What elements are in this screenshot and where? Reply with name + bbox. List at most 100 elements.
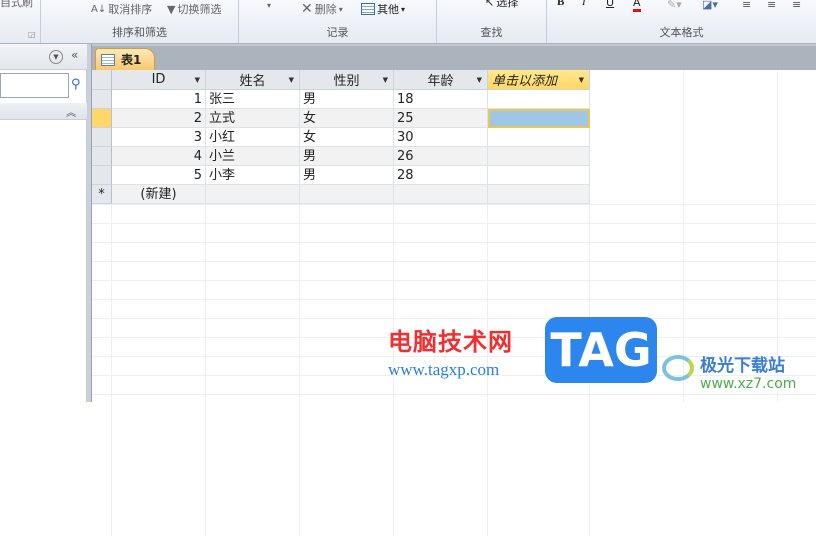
xz7-logo-icon <box>662 355 694 381</box>
table-cell[interactable]: 立式 <box>206 109 300 128</box>
table-cell[interactable]: 4 <box>112 147 206 166</box>
column-header-label: 单击以添加 <box>492 74 558 89</box>
table-cell[interactable]: 3 <box>112 128 206 147</box>
align-center-button[interactable]: ≡ <box>767 0 776 11</box>
table-cell[interactable]: 张三 <box>206 90 300 109</box>
record-selector[interactable] <box>92 128 112 147</box>
cursor-icon: ↖ <box>485 0 495 9</box>
watermark-site-name: 电脑技术网 <box>388 328 513 356</box>
table-cell[interactable]: (新建) <box>112 185 206 204</box>
column-header-label: ID <box>151 72 166 87</box>
table-cell[interactable]: 小兰 <box>206 147 300 166</box>
table-cell[interactable]: 1 <box>112 90 206 109</box>
records-dropdown[interactable]: ▾ <box>267 1 271 10</box>
collapse-pane-icon[interactable]: « <box>71 48 78 62</box>
bold-button[interactable]: B <box>557 0 564 8</box>
table-cell[interactable]: 男 <box>300 166 394 185</box>
select-button[interactable]: ↖ 选择 <box>485 0 518 10</box>
table-cell[interactable]: 25 <box>394 109 488 128</box>
column-header[interactable]: 年龄 ▼ <box>394 70 488 90</box>
select-all-button[interactable] <box>92 70 112 90</box>
table-cell[interactable]: 30 <box>394 128 488 147</box>
dialog-launcher-icon[interactable]: ◲ <box>28 30 36 39</box>
align-right-button[interactable]: ≡ <box>792 0 801 11</box>
table-icon <box>361 3 375 15</box>
tab-table1[interactable]: 表1 <box>95 48 155 70</box>
italic-button[interactable]: I <box>582 0 586 8</box>
column-header-label: 年龄 <box>427 74 454 89</box>
table-cell[interactable] <box>488 90 590 109</box>
clear-sort-button[interactable]: A↓ 取消排序 <box>91 1 152 17</box>
table-cell[interactable]: 女 <box>300 128 394 147</box>
table-cell[interactable]: 2 <box>112 109 206 128</box>
watermark-site-url: www.tagxp.com <box>388 360 500 379</box>
column-header[interactable]: 性别 ▼ <box>300 70 394 90</box>
document-tabs: 表1 <box>92 44 816 70</box>
clear-sort-icon: A↓ <box>91 3 107 15</box>
record-selector[interactable] <box>92 109 112 128</box>
table-cell[interactable]: 小红 <box>206 128 300 147</box>
more-button[interactable]: 其他 ▾ <box>361 1 405 17</box>
tab-label: 表1 <box>121 53 142 67</box>
table-cell[interactable] <box>394 185 488 204</box>
table-cell[interactable]: 18 <box>394 90 488 109</box>
align-left-button[interactable]: ≡ <box>742 0 751 11</box>
chevron-down-icon[interactable]: ▼ <box>579 76 584 84</box>
ribbon-group-sort-filter: A↓ 取消排序 ▼ 切换筛选 排序和筛选 <box>41 0 239 43</box>
column-header[interactable]: 姓名 ▼ <box>206 70 300 90</box>
ribbon: 自式刷 ◲ A↓ 取消排序 ▼ 切换筛选 排序和筛选 ▾ ✕ 删除 ▾ 其他 ▾ 记录 ↖… <box>0 0 816 44</box>
table-cell[interactable] <box>488 128 590 147</box>
add-field-header[interactable]: 单击以添加 ▼ <box>488 70 590 90</box>
new-record-selector[interactable]: * <box>92 185 112 204</box>
watermark-brand2-url: www.xz7.com <box>700 376 797 392</box>
record-selector[interactable] <box>92 166 112 185</box>
record-selector[interactable] <box>92 147 112 166</box>
table-cell[interactable] <box>488 166 590 185</box>
group-label: 查找 <box>480 26 503 39</box>
ribbon-group-text-format: B I U A ✎▾ ◪▾ ≡ ≡ ≡ 文本格式 <box>547 0 816 43</box>
column-header-label: 性别 <box>333 74 360 89</box>
format-painter-button[interactable]: 自式刷 <box>0 0 33 10</box>
group-label: 文本格式 <box>659 26 704 39</box>
font-color-button[interactable]: A <box>633 0 641 12</box>
chevron-down-icon[interactable]: ▼ <box>195 76 200 84</box>
watermark-tag-logo: TAG <box>545 317 657 383</box>
ribbon-group-records: ▾ ✕ 删除 ▾ 其他 ▾ 记录 <box>239 0 437 43</box>
table-cell[interactable] <box>300 185 394 204</box>
nav-section-header[interactable]: ︽ <box>0 103 87 120</box>
chevron-up-icon[interactable]: ︽ <box>66 104 76 119</box>
delete-icon: ✕ <box>301 1 313 17</box>
record-selector[interactable] <box>92 90 112 109</box>
selected-cell[interactable] <box>488 109 590 128</box>
table-cell[interactable] <box>488 147 590 166</box>
group-label: 排序和筛选 <box>112 26 167 39</box>
chevron-down-icon[interactable]: ▼ <box>383 76 388 84</box>
table-cell[interactable] <box>206 185 300 204</box>
table-cell[interactable]: 女 <box>300 109 394 128</box>
fill-color-button[interactable]: ◪▾ <box>702 0 718 11</box>
filter-icon: ▼ <box>167 2 176 16</box>
table-cell[interactable]: 男 <box>300 147 394 166</box>
search-icon[interactable]: ⚲ <box>71 77 81 92</box>
table-cell[interactable] <box>488 185 590 204</box>
chevron-down-icon[interactable]: ▼ <box>289 76 294 84</box>
navigation-pane: ▼ « ⚲ ︽ <box>0 44 87 402</box>
column-header-label: 姓名 <box>239 74 266 89</box>
nav-menu-dropdown-icon[interactable]: ▼ <box>49 50 63 64</box>
toggle-filter-button[interactable]: ▼ 切换筛选 <box>167 1 221 17</box>
table-cell[interactable]: 5 <box>112 166 206 185</box>
group-label: 记录 <box>326 26 349 39</box>
underline-button[interactable]: U <box>606 0 614 9</box>
ribbon-group-find: ↖ 选择 查找 <box>437 0 547 43</box>
table-cell[interactable]: 小李 <box>206 166 300 185</box>
delete-button[interactable]: ✕ 删除 ▾ <box>301 1 343 17</box>
nav-search-input[interactable] <box>0 73 69 98</box>
nav-pane-header: ▼ « <box>0 44 87 70</box>
column-header[interactable]: ID ▼ <box>112 70 206 90</box>
chevron-down-icon[interactable]: ▼ <box>477 76 482 84</box>
table-icon <box>101 53 115 66</box>
table-cell[interactable]: 28 <box>394 166 488 185</box>
highlight-button[interactable]: ✎▾ <box>667 0 682 11</box>
table-cell[interactable]: 26 <box>394 147 488 166</box>
table-cell[interactable]: 男 <box>300 90 394 109</box>
